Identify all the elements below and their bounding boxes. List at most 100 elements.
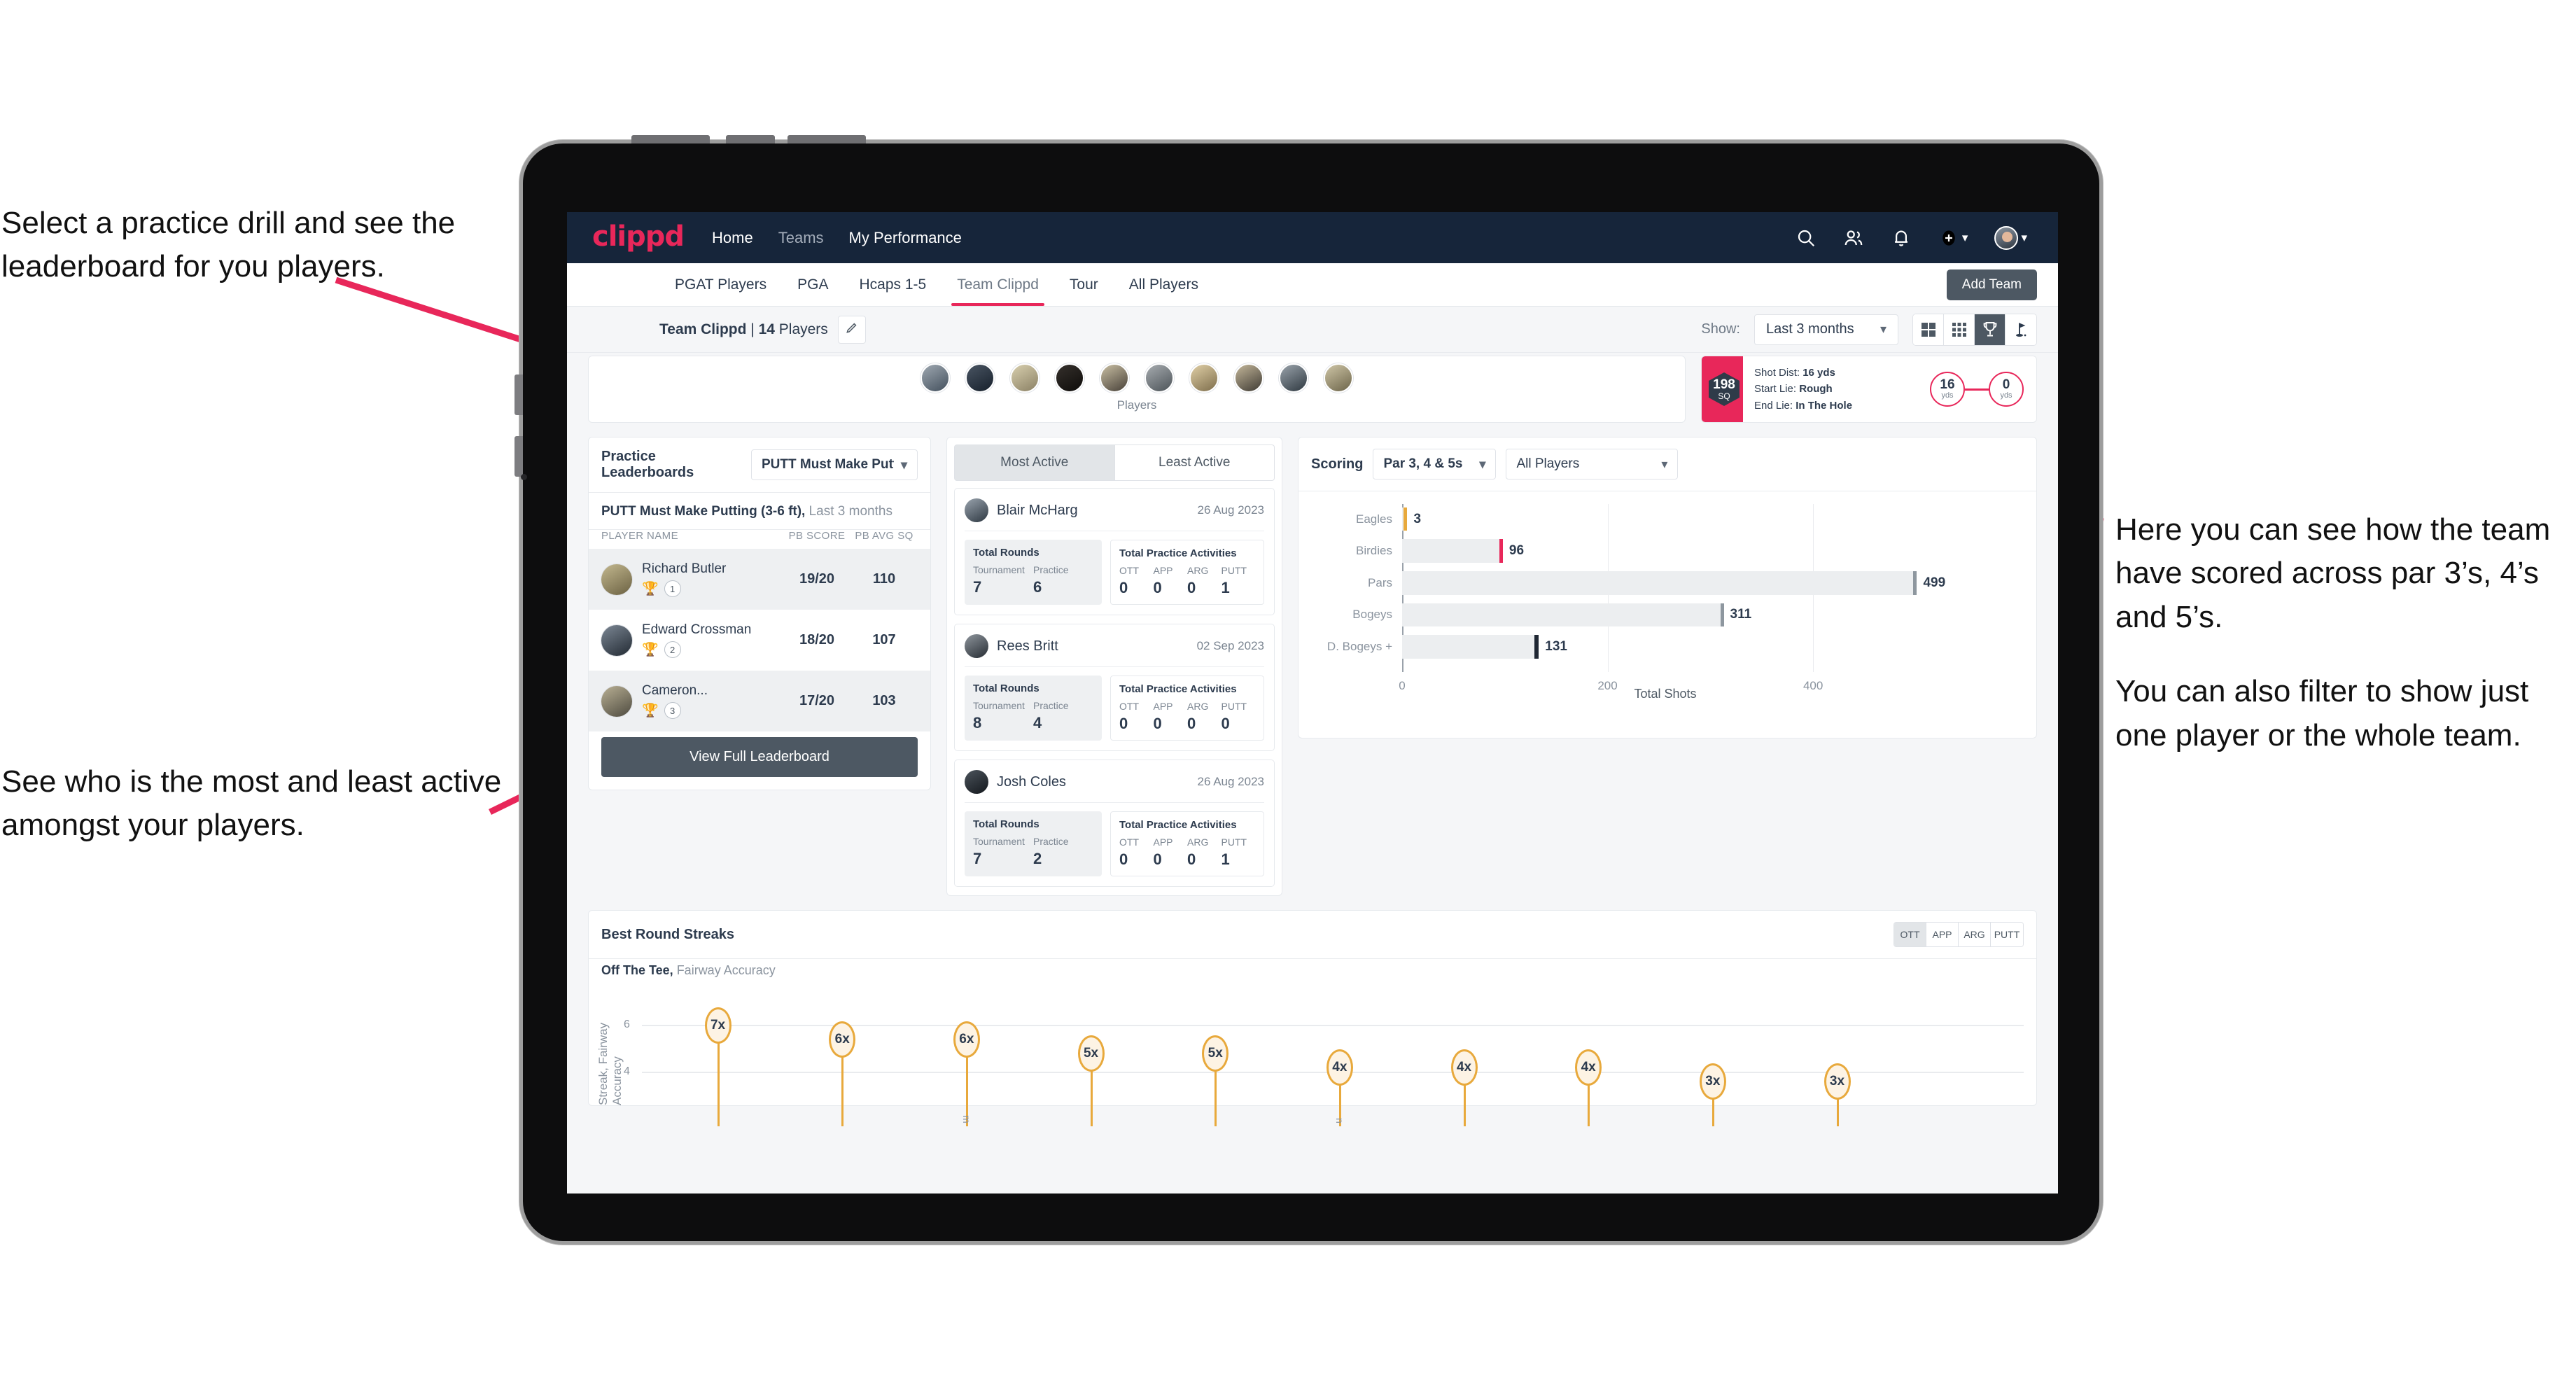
nav-item-teams[interactable]: Teams [778, 229, 824, 247]
shot-quality-badge: 198 SQ [1705, 356, 1743, 422]
list-item[interactable]: Rees Britt 02 Sep 2023 Total Rounds Tour… [954, 624, 1275, 751]
avatar[interactable] [1144, 363, 1174, 393]
device-button-top-2 [726, 135, 775, 144]
avatar[interactable] [1055, 363, 1084, 393]
tournament-label: Tournament [973, 836, 1025, 847]
putt-stat: PUTT 1 [1222, 565, 1256, 597]
grid-large-icon[interactable] [1913, 314, 1944, 345]
toolbar-right: Show: Last 3 months ▾ [1701, 313, 2037, 346]
shot-detail-card: 198 SQ Shot Dist: 16 yds Start Lie: Roug… [1701, 356, 2037, 423]
pb-avg-sq: 103 [872, 693, 896, 708]
annotation-right-p2: You can also filter to show just one pla… [2115, 674, 2529, 752]
ott-stat: OTT 0 [1119, 701, 1154, 733]
view-full-leaderboard-button[interactable]: View Full Leaderboard [601, 737, 918, 777]
streaks-chart: Streak, Fairway Accuracy 6 4 7x 6x 6x m … [596, 993, 2024, 1126]
nav-item-home[interactable]: Home [712, 229, 753, 247]
avatar [965, 634, 988, 658]
ott-value: 0 [1119, 715, 1128, 732]
list-item[interactable]: Blair McHarg 26 Aug 2023 Total Rounds To… [954, 488, 1275, 615]
tournament-value: 8 [973, 714, 982, 732]
tab-least-active[interactable]: Least Active [1114, 444, 1275, 481]
practice-activities-title: Total Practice Activities [1119, 547, 1237, 559]
segment-app[interactable]: APP [1926, 923, 1959, 946]
bar-label-double-bogeys: D. Bogeys + [1326, 639, 1392, 653]
header-actions: ▾ ▾ [1795, 225, 2027, 250]
dashboard-content: Players 198 SQ Shot Dist: 16 yds Start L… [567, 356, 2058, 1126]
avatar[interactable] [1234, 363, 1264, 393]
drill-select[interactable]: PUTT Must Make Putting ... ▾ [751, 449, 918, 480]
list-item[interactable]: Josh Coles 26 Aug 2023 Total Rounds Tour… [954, 760, 1275, 887]
tab-most-active[interactable]: Most Active [954, 444, 1115, 481]
chevron-down-icon: ▾ [1961, 230, 1968, 244]
nav-item-my-performance[interactable]: My Performance [849, 229, 962, 247]
player-filter-select[interactable]: All Players ▾ [1506, 449, 1679, 479]
par-filter-select[interactable]: Par 3, 4 & 5s ▾ [1373, 449, 1497, 479]
grid-small-icon[interactable] [1944, 314, 1975, 345]
date-range-select[interactable]: Last 3 months ▾ [1754, 314, 1898, 345]
bar-cap-double-bogeys [1534, 635, 1539, 659]
leaderboard-title: Practice Leaderboards [601, 449, 694, 480]
avatar[interactable] [965, 363, 995, 393]
add-menu[interactable]: ▾ [1938, 227, 1968, 248]
tab-all-players[interactable]: All Players [1114, 263, 1214, 306]
avatar[interactable] [1010, 363, 1040, 393]
tab-tour[interactable]: Tour [1054, 263, 1114, 306]
total-rounds-title: Total Rounds [973, 547, 1040, 559]
add-team-button[interactable]: Add Team [1946, 270, 2037, 300]
bar-value-eagles: 3 [1413, 511, 1422, 526]
x-tick-0: 0 [1399, 679, 1406, 692]
tab-pgat-players[interactable]: PGAT Players [659, 263, 782, 306]
app-value: 0 [1153, 715, 1162, 732]
annotation-bottom-left: See who is the most and least active amo… [1, 764, 502, 843]
avatar[interactable] [1324, 363, 1353, 393]
practice-label: Practice [1033, 836, 1069, 847]
tab-hcaps-1-5[interactable]: Hcaps 1-5 [844, 263, 941, 306]
clippd-logo[interactable]: clippd [592, 223, 685, 253]
tab-team-clippd[interactable]: Team Clippd [941, 263, 1054, 306]
avatar[interactable] [920, 363, 950, 393]
streaks-y-axis-label: Streak, Fairway Accuracy [596, 1022, 624, 1105]
leaderboard-header: Practice Leaderboards PUTT Must Make Put… [589, 438, 930, 492]
streaks-header: Best Round Streaks OTT APP ARG PUTT [589, 911, 2036, 958]
app-value: 0 [1153, 579, 1162, 596]
scoring-header: Scoring Par 3, 4 & 5s ▾ All Players ▾ [1298, 438, 2036, 491]
title-separator: | [746, 321, 759, 337]
tab-pga[interactable]: PGA [782, 263, 844, 306]
segment-ott[interactable]: OTT [1894, 923, 1926, 946]
avatar[interactable] [1189, 363, 1219, 393]
player-avatars [589, 363, 1685, 393]
sq-label: SQ [1718, 391, 1730, 401]
app-value: 0 [1153, 850, 1162, 868]
search-icon[interactable] [1795, 227, 1816, 248]
app-label: APP [1153, 836, 1173, 848]
app-stat: APP 0 [1154, 565, 1188, 597]
arg-value: 0 [1187, 715, 1196, 732]
user-menu[interactable]: ▾ [1994, 225, 2027, 250]
player-filter-value: All Players [1516, 456, 1580, 471]
activity-card-header: Josh Coles 26 Aug 2023 [965, 770, 1264, 794]
segment-arg[interactable]: ARG [1959, 923, 1991, 946]
bell-icon[interactable] [1891, 227, 1912, 248]
putt-value: 1 [1221, 579, 1230, 596]
table-row[interactable]: Edward Crossman 🏆 2 18/20 107 [589, 610, 930, 671]
table-row[interactable]: Richard Butler 🏆 1 19/20 110 [589, 549, 930, 610]
table-row[interactable]: Cameron... 🏆 3 17/20 103 [589, 671, 930, 732]
player-name: Josh Coles [997, 774, 1066, 790]
total-rounds-values: Tournament 8 Practice 4 [973, 700, 1093, 732]
flag-icon[interactable] [2005, 314, 2036, 345]
column-player-name: PLAYER NAME [601, 530, 678, 542]
trophy-icon[interactable] [1975, 314, 2005, 345]
x-tick-200: 200 [1597, 679, 1618, 692]
practice-activities-box: Total Practice Activities OTT 0 APP 0 AR… [1110, 676, 1264, 741]
ott-stat: OTT 0 [1119, 836, 1154, 869]
people-icon[interactable] [1843, 227, 1864, 248]
ott-label: OTT [1119, 701, 1139, 712]
segment-putt[interactable]: PUTT [1991, 923, 2023, 946]
drill-range: Last 3 months [805, 504, 892, 519]
avatar[interactable] [1279, 363, 1308, 393]
chevron-down-icon: ▾ [1479, 456, 1486, 471]
avatar[interactable] [1100, 363, 1129, 393]
rank-group: 🏆 2 [642, 641, 783, 658]
shot-dist-row: Shot Dist: 16 yds [1754, 365, 1852, 381]
edit-team-button[interactable] [837, 315, 866, 344]
